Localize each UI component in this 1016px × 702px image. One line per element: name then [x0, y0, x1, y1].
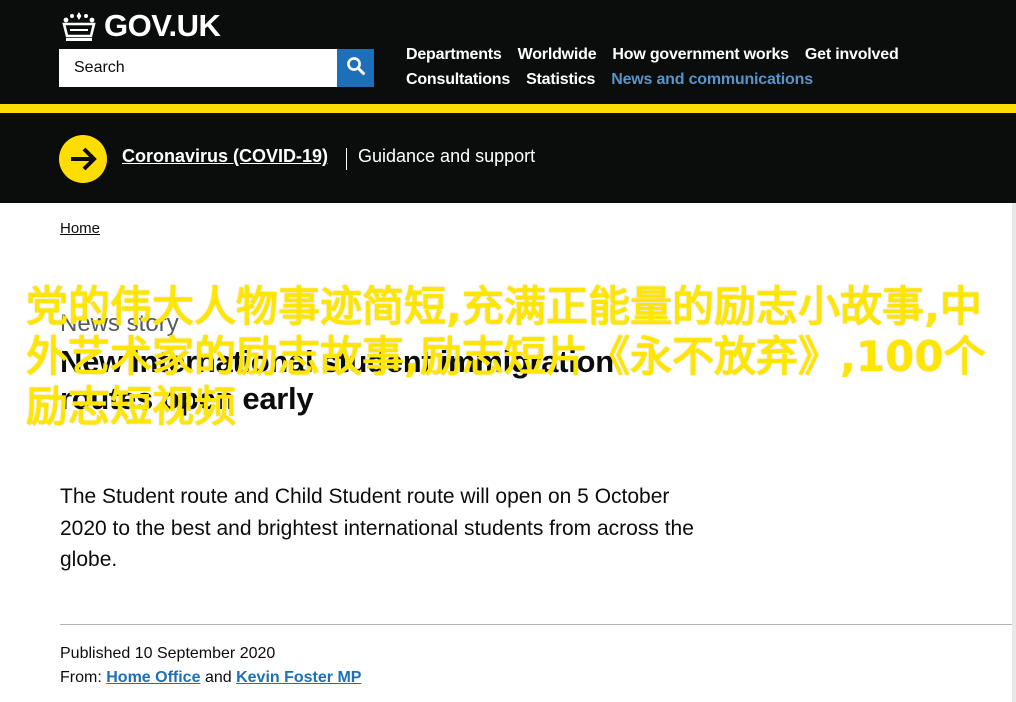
- breadcrumb-home[interactable]: Home: [60, 220, 100, 237]
- covid-banner: Coronavirus (COVID-19) Guidance and supp…: [0, 113, 1016, 203]
- banner-guidance-text: Guidance and support: [358, 146, 536, 166]
- metadata-divider: [60, 624, 1016, 625]
- nav-news-and-communications[interactable]: News and communications: [611, 69, 813, 91]
- from-label: From:: [60, 669, 102, 686]
- govuk-logo-link[interactable]: GOV.UK: [60, 8, 221, 44]
- logo-text: GOV.UK: [104, 8, 221, 43]
- crown-icon: [60, 10, 98, 42]
- nav-departments[interactable]: Departments: [406, 44, 502, 66]
- nav-consultations[interactable]: Consultations: [406, 69, 510, 91]
- nav-worldwide[interactable]: Worldwide: [518, 44, 597, 66]
- article-lead: The Student route and Child Student rout…: [60, 485, 694, 571]
- scrollbar[interactable]: [1012, 203, 1016, 702]
- banner-divider: [346, 148, 347, 170]
- and-text: and: [204, 669, 232, 686]
- main-navigation: Departments Worldwide How government wor…: [406, 44, 966, 91]
- published-label: Published: [60, 645, 131, 662]
- covid-link[interactable]: Coronavirus (COVID-19): [122, 146, 328, 167]
- header-stripe: [0, 104, 1016, 113]
- overlay-watermark-text: 党的伟大人物事迹简短,充满正能量的励志小故事,中外艺术家的励志故事,励志短片《永…: [26, 282, 986, 431]
- article-metadata: Published 10 September 2020 From: Home O…: [60, 642, 361, 690]
- nav-statistics[interactable]: Statistics: [526, 69, 595, 91]
- search-input[interactable]: Search: [59, 49, 337, 87]
- published-line: Published 10 September 2020: [60, 642, 361, 666]
- nav-get-involved[interactable]: Get involved: [805, 44, 899, 66]
- search-button[interactable]: [337, 49, 374, 87]
- from-line: From: Home Office and Kevin Foster MP: [60, 666, 361, 690]
- org-link-home-office[interactable]: Home Office: [106, 669, 200, 686]
- arrow-right-circle-icon: [59, 135, 107, 188]
- org-link-kevin-foster[interactable]: Kevin Foster MP: [236, 669, 361, 686]
- published-date: 10 September 2020: [134, 645, 276, 662]
- search-icon: [346, 56, 366, 81]
- nav-how-government-works[interactable]: How government works: [612, 44, 789, 66]
